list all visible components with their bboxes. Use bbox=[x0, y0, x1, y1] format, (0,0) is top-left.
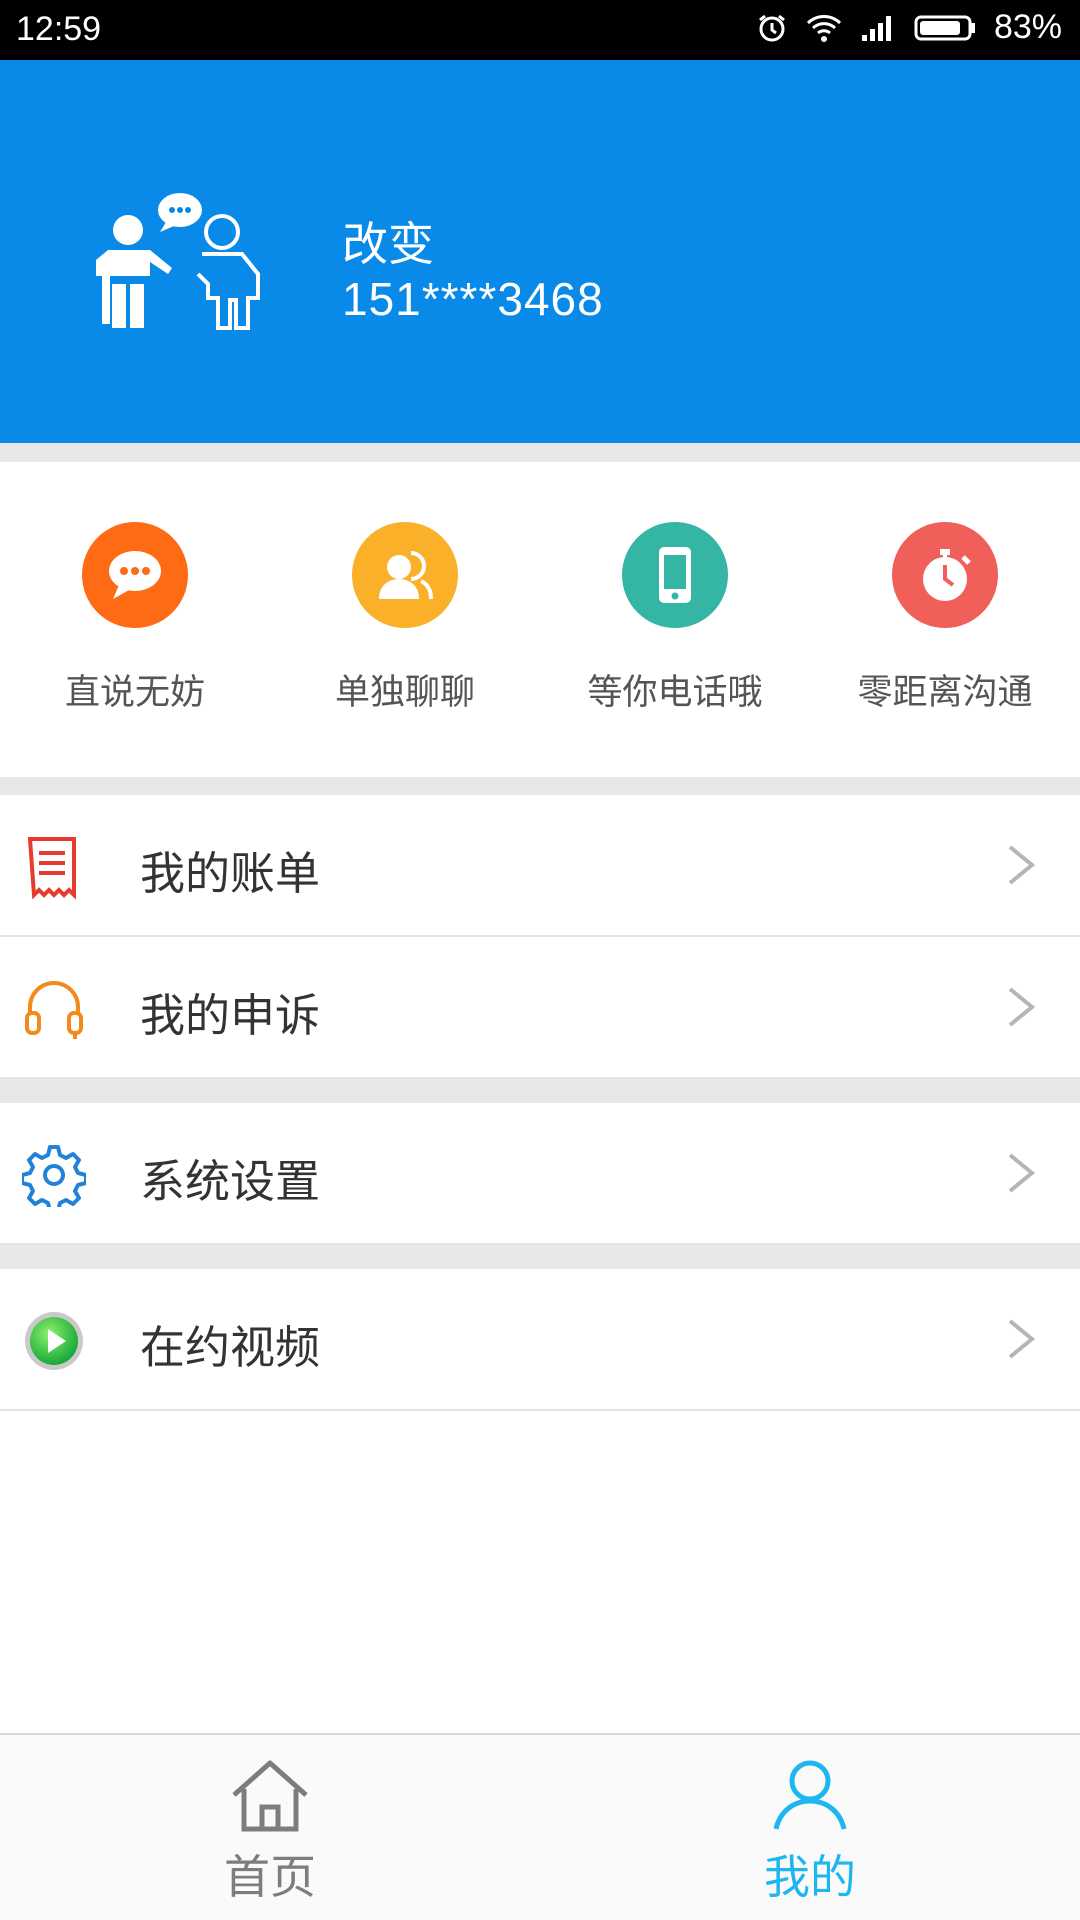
nav-home[interactable]: 首页 bbox=[0, 1757, 540, 1907]
status-time: 12:59 bbox=[16, 10, 102, 48]
profile-header[interactable]: 改变 151****3468 bbox=[0, 60, 1080, 443]
phone-icon bbox=[622, 522, 728, 628]
gear-icon bbox=[20, 1143, 88, 1213]
quick-action-label: 等你电话哦 bbox=[587, 673, 763, 713]
menu-item-my-bill[interactable]: 我的账单 bbox=[0, 795, 1080, 937]
signal-icon bbox=[860, 13, 896, 43]
user-phone: 151****3468 bbox=[342, 273, 604, 325]
avatar-people-talking-icon bbox=[92, 188, 272, 338]
quick-action-label: 直说无妨 bbox=[64, 673, 205, 713]
person-icon bbox=[540, 1757, 1080, 1837]
battery-percent: 83% bbox=[993, 8, 1062, 46]
divider bbox=[0, 1079, 1080, 1103]
bottom-nav: 首页 我的 bbox=[0, 1733, 1080, 1920]
menu-item-label: 系统设置 bbox=[140, 1155, 321, 1208]
quick-action-private-chat[interactable]: 单独聊聊 bbox=[270, 522, 540, 715]
battery-icon bbox=[914, 14, 976, 42]
headset-icon bbox=[22, 977, 86, 1041]
nav-label: 首页 bbox=[224, 1850, 316, 1904]
nav-mine[interactable]: 我的 bbox=[540, 1757, 1080, 1907]
quick-actions: 直说无妨 单独聊聊 等你电话哦 零距离沟通 bbox=[0, 462, 1080, 777]
menu-item-my-appeal[interactable]: 我的申诉 bbox=[0, 937, 1080, 1079]
user-name: 改变 bbox=[342, 217, 434, 271]
divider bbox=[0, 1245, 1080, 1269]
nav-label: 我的 bbox=[764, 1850, 856, 1904]
stopwatch-icon bbox=[892, 522, 998, 628]
quick-action-wait-call[interactable]: 等你电话哦 bbox=[540, 522, 810, 715]
divider bbox=[0, 777, 1080, 795]
quick-action-zero-distance[interactable]: 零距离沟通 bbox=[810, 522, 1080, 715]
alarm-icon bbox=[756, 12, 788, 44]
bill-icon bbox=[22, 835, 86, 900]
quick-action-label: 单独聊聊 bbox=[334, 673, 475, 713]
menu-item-label: 在约视频 bbox=[140, 1321, 321, 1374]
wifi-icon bbox=[806, 13, 842, 43]
menu-item-label: 我的账单 bbox=[140, 847, 321, 900]
chat-bubble-icon bbox=[82, 522, 188, 628]
chevron-right-icon bbox=[1004, 1317, 1038, 1361]
menu-item-label: 我的申诉 bbox=[140, 989, 321, 1042]
quick-action-speak-freely[interactable]: 直说无妨 bbox=[0, 522, 270, 715]
home-icon bbox=[0, 1757, 540, 1837]
divider bbox=[0, 443, 1080, 462]
quick-action-label: 零距离沟通 bbox=[857, 673, 1033, 713]
chevron-right-icon bbox=[1004, 843, 1038, 887]
menu-item-video[interactable]: 在约视频 bbox=[0, 1269, 1080, 1411]
video-play-icon bbox=[22, 1309, 86, 1373]
chevron-right-icon bbox=[1004, 1151, 1038, 1195]
contacts-icon bbox=[352, 522, 458, 628]
menu-item-system-settings[interactable]: 系统设置 bbox=[0, 1103, 1080, 1245]
chevron-right-icon bbox=[1004, 985, 1038, 1029]
status-bar: 12:59 83% bbox=[0, 0, 1080, 60]
